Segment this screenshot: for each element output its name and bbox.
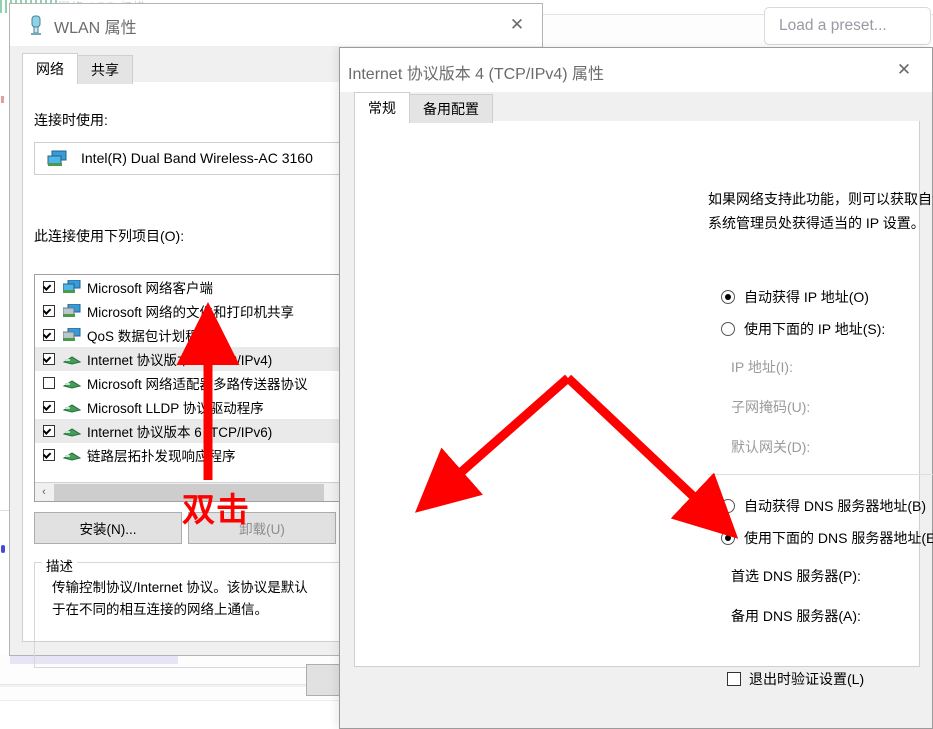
service-icon (63, 328, 81, 341)
radio-auto-ip-label: 自动获得 IP 地址(O) (744, 289, 869, 305)
adapter-display: Intel(R) Dual Band Wireless-AC 3160 (34, 142, 352, 175)
tab-network[interactable]: 网络 (22, 53, 78, 84)
background-rail-marker (1, 96, 4, 103)
radio-manual-dns[interactable]: 使用下面的 DNS 服务器地址(E): (721, 528, 933, 548)
subnet-mask-label: 子网掩码(U): (731, 399, 811, 415)
list-item-label: Internet 协议版本 4 (TCP/IPv4) (87, 353, 273, 368)
list-item-checkbox[interactable] (43, 305, 55, 317)
alternate-dns-label: 备用 DNS 服务器(A): (731, 608, 861, 624)
list-item-checkbox[interactable] (43, 401, 55, 413)
list-item[interactable]: Internet 协议版本 6 (TCP/IPv6) (35, 419, 351, 443)
validate-settings-label: 退出时验证设置(L) (749, 671, 865, 687)
list-item-checkbox[interactable] (43, 377, 55, 389)
wlan-titlebar[interactable]: WLAN 属性 ✕ (10, 4, 542, 46)
components-list-body: Microsoft 网络客户端 Microsoft 网络的文件和打印机共享 QoS … (35, 275, 351, 467)
description-line-1: 传输控制协议/Internet 协议。该协议是默认 (52, 580, 308, 595)
adapter-icon (47, 150, 67, 166)
tab-general[interactable]: 常规 (354, 92, 410, 123)
radio-auto-dns-label: 自动获得 DNS 服务器地址(B) (744, 498, 926, 514)
list-item-label: Microsoft 网络的文件和打印机共享 (87, 305, 295, 320)
description-line-2: 于在不同的相互连接的网络上通信。 (52, 602, 268, 617)
ip-address-label: IP 地址(I): (731, 359, 793, 375)
wlan-tabs: 网络 共享 (22, 53, 133, 84)
radio-auto-ip[interactable]: 自动获得 IP 地址(O) (721, 287, 869, 307)
intro-line-2: 系统管理员处获得适当的 IP 设置。 (708, 215, 925, 231)
preferred-dns-label: 首选 DNS 服务器(P): (731, 568, 861, 584)
radio-manual-ip-label: 使用下面的 IP 地址(S): (744, 321, 886, 337)
default-gateway-label: 默认网关(D): (731, 439, 811, 455)
components-list[interactable]: Microsoft 网络客户端 Microsoft 网络的文件和打印机共享 QoS … (34, 274, 352, 502)
ipv4-section-divider (708, 474, 933, 475)
list-item-checkbox[interactable] (43, 329, 55, 341)
protocol-icon (63, 380, 81, 389)
protocol-icon (63, 356, 81, 365)
ipv4-dialog-title: Internet 协议版本 4 (TCP/IPv4) 属性 (348, 66, 605, 83)
list-item-checkbox[interactable] (43, 353, 55, 365)
list-item[interactable]: Microsoft 网络适配器多路传送器协议 (35, 371, 351, 395)
background-rail-divider (0, 510, 9, 511)
intro-line-1: 如果网络支持此功能，则可以获取自动指派的 IP 设置。否则，你需要从网络 (708, 191, 933, 207)
list-item-label: Internet 协议版本 6 (TCP/IPv6) (87, 425, 273, 440)
list-item[interactable]: QoS 数据包计划程序 (35, 323, 351, 347)
load-preset-placeholder: Load a preset... (779, 17, 887, 34)
list-item-label: QoS 数据包计划程序 (87, 329, 213, 344)
load-preset-input[interactable]: Load a preset... (764, 7, 931, 45)
radio-manual-ip[interactable]: 使用下面的 IP 地址(S): (721, 319, 885, 339)
list-item[interactable]: Microsoft 网络客户端 (35, 275, 351, 299)
tab-alternate-config[interactable]: 备用配置 (409, 94, 493, 123)
validate-settings-checkbox-box (727, 672, 741, 686)
connect-using-label: 连接时使用: (34, 112, 108, 128)
close-icon[interactable]: ✕ (890, 58, 918, 82)
protocol-icon (63, 404, 81, 413)
adapter-name: Intel(R) Dual Band Wireless-AC 3160 (81, 150, 313, 166)
list-item[interactable]: Internet 协议版本 4 (TCP/IPv4) (35, 347, 351, 371)
screen: 网络 ARP 扫描 Load a preset... WLAN 属性 ✕ 网络共… (0, 0, 933, 729)
radio-auto-dns[interactable]: 自动获得 DNS 服务器地址(B) (721, 496, 926, 516)
list-item-checkbox[interactable] (43, 449, 55, 461)
validate-settings-checkbox[interactable]: 退出时验证设置(L) (727, 669, 864, 689)
description-group-title: 描述 (42, 555, 77, 575)
install-button[interactable]: 安装(N)... (34, 512, 182, 544)
wlan-dialog-title: WLAN 属性 (54, 20, 137, 37)
radio-manual-dns-indicator (721, 531, 735, 545)
close-icon[interactable]: ✕ (502, 12, 532, 38)
service-icon (63, 304, 81, 317)
radio-manual-dns-label: 使用下面的 DNS 服务器地址(E): (744, 530, 933, 546)
client-icon (63, 280, 81, 293)
items-label: 此连接使用下列项目(O): (34, 228, 185, 244)
radio-manual-ip-indicator (721, 322, 735, 336)
radio-auto-ip-indicator (721, 290, 735, 304)
list-item-label: 链路层拓扑发现响应程序 (87, 449, 236, 464)
annotation-double-click-text: 双击 (182, 490, 250, 529)
scroll-left-icon[interactable]: ‹ (35, 483, 53, 501)
ipv4-tabs: 常规 备用配置 (354, 92, 493, 123)
tab-sharing[interactable]: 共享 (77, 55, 133, 84)
protocol-icon (63, 428, 81, 437)
network-adapter-icon (31, 15, 41, 35)
background-rail-marker-2 (1, 545, 5, 553)
ipv4-titlebar[interactable]: Internet 协议版本 4 (TCP/IPv4) 属性 ✕ (340, 48, 932, 92)
protocol-icon (63, 452, 81, 461)
list-item[interactable]: Microsoft LLDP 协议驱动程序 (35, 395, 351, 419)
list-item[interactable]: Microsoft 网络的文件和打印机共享 (35, 299, 351, 323)
list-item-label: Microsoft LLDP 协议驱动程序 (87, 401, 264, 416)
list-item-label: Microsoft 网络适配器多路传送器协议 (87, 377, 308, 392)
list-item[interactable]: 链路层拓扑发现响应程序 (35, 443, 351, 467)
list-item-label: Microsoft 网络客户端 (87, 281, 214, 296)
ipv4-properties-dialog: Internet 协议版本 4 (TCP/IPv4) 属性 ✕ 常规 备用配置 如… (339, 47, 933, 729)
list-item-checkbox[interactable] (43, 281, 55, 293)
list-item-checkbox[interactable] (43, 425, 55, 437)
radio-auto-dns-indicator (721, 499, 735, 513)
